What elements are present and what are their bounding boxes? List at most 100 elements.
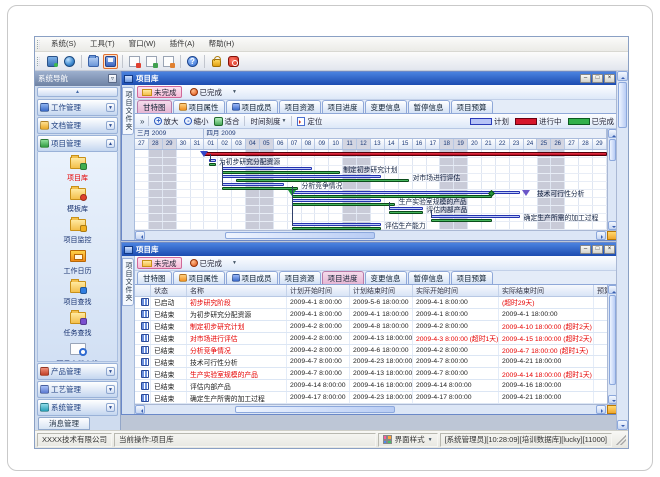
gantt-tab-4[interactable]: 项目进度 bbox=[322, 100, 364, 113]
sidebar-group-4[interactable]: 工艺管理▼ bbox=[37, 381, 118, 398]
menu-item-3[interactable]: 插件(A) bbox=[163, 37, 202, 51]
gantt-filter-finished[interactable]: 已完成 bbox=[185, 86, 228, 98]
chevron-down-icon[interactable]: ▼ bbox=[106, 121, 115, 130]
sidebar-item-5[interactable]: 任务查找 bbox=[38, 311, 117, 338]
scroll-right-arrow[interactable] bbox=[596, 231, 606, 240]
minimize-button[interactable]: – bbox=[580, 245, 591, 254]
chevron-down-icon[interactable]: ▼ bbox=[232, 260, 237, 266]
maximize-button[interactable]: □ bbox=[592, 74, 603, 83]
table-row[interactable]: 已结束为初步研究分配资源2009-4-1 8:00:002009-4-1 18:… bbox=[135, 309, 607, 321]
save-button[interactable] bbox=[103, 54, 118, 69]
chevron-down-icon[interactable]: ▼ bbox=[106, 103, 115, 112]
mdi-vertical-scrollbar[interactable] bbox=[616, 71, 628, 430]
gantt-horizontal-scrollbar[interactable] bbox=[135, 230, 617, 240]
scroll-thumb[interactable] bbox=[235, 406, 395, 413]
sidebar-item-6[interactable]: 项目文档查找 bbox=[38, 342, 117, 362]
table-row[interactable]: 已结束技术可行性分析2009-4-7 8:00:002009-4-23 18:0… bbox=[135, 356, 607, 368]
gantt-filter-unfinished[interactable]: 未完成 bbox=[137, 86, 182, 98]
sidebar-item-2[interactable]: 项目监控 bbox=[38, 218, 117, 245]
scroll-left-arrow[interactable] bbox=[135, 405, 145, 414]
sidebar-scroll-up-button[interactable]: ▲ bbox=[37, 87, 118, 97]
table-row[interactable]: 已启动初步研究阶段2009-4-1 8:00:002009-5-6 18:00:… bbox=[135, 297, 607, 309]
sidebar-group-0[interactable]: 工作管理▼ bbox=[37, 99, 118, 116]
scroll-down-arrow[interactable] bbox=[617, 420, 628, 430]
scroll-thumb[interactable] bbox=[225, 232, 375, 239]
project-folder-tab[interactable]: 项目文件夹 bbox=[122, 258, 134, 306]
scroll-thumb[interactable] bbox=[618, 82, 627, 128]
gantt-tab-1[interactable]: 项目属性 bbox=[173, 100, 225, 113]
gantt-tab-5[interactable]: 变更信息 bbox=[365, 100, 407, 113]
tab-message-management[interactable]: 消息管理 bbox=[38, 417, 90, 430]
minimize-button[interactable]: – bbox=[580, 74, 591, 83]
menu-item-0[interactable]: 系统(S) bbox=[44, 37, 83, 51]
close-button[interactable]: × bbox=[604, 245, 615, 254]
help-button[interactable]: ? bbox=[185, 54, 200, 69]
table-filter-unfinished[interactable]: 未完成 bbox=[137, 257, 182, 269]
sidebar-item-3[interactable]: 工作日历 bbox=[38, 249, 117, 276]
gantt-tab-6[interactable]: 暂停信息 bbox=[408, 100, 450, 113]
zoom-out-button[interactable]: -缩小 bbox=[181, 116, 211, 127]
stop-button[interactable] bbox=[226, 54, 241, 69]
chevron-down-icon[interactable]: ▼ bbox=[106, 403, 115, 412]
maximize-button[interactable]: □ bbox=[592, 245, 603, 254]
menu-item-1[interactable]: 工具(T) bbox=[83, 37, 122, 51]
computer-button[interactable] bbox=[45, 54, 60, 69]
scroll-thumb[interactable] bbox=[609, 295, 616, 385]
toolbar-overflow-chevron[interactable]: » bbox=[138, 117, 146, 126]
locate-button[interactable]: 定位 bbox=[294, 116, 325, 127]
scroll-up-arrow[interactable] bbox=[617, 71, 628, 81]
table-row[interactable]: 已结束对市场进行评估2009-4-2 8:00:002009-4-13 18:0… bbox=[135, 333, 607, 345]
folder-open-button[interactable] bbox=[86, 54, 101, 69]
scroll-left-arrow[interactable] bbox=[135, 231, 145, 240]
sidebar-group-5[interactable]: 系统管理▼ bbox=[37, 399, 118, 416]
table-row[interactable]: 已结束生产实验室规模的产品2009-4-7 8:00:002009-4-13 1… bbox=[135, 368, 607, 380]
doc-refresh-button[interactable] bbox=[144, 54, 159, 69]
fit-button[interactable]: 适合 bbox=[211, 116, 242, 127]
gantt-tab-7[interactable]: 项目预算 bbox=[451, 100, 493, 113]
chevron-down-icon[interactable]: ▼ bbox=[232, 89, 237, 95]
close-button[interactable]: × bbox=[604, 74, 615, 83]
sidebar-item-0[interactable]: 项目库 bbox=[38, 156, 117, 183]
time-scale-dropdown[interactable]: 时间刻度▼ bbox=[247, 116, 289, 127]
table-tab-2[interactable]: 项目成员 bbox=[226, 271, 278, 284]
scroll-right-arrow[interactable] bbox=[596, 405, 606, 414]
table-tab-7[interactable]: 项目预算 bbox=[451, 271, 493, 284]
pushpin-icon[interactable]: ▿ bbox=[108, 74, 117, 83]
sidebar-group-2[interactable]: 项目管理▲ bbox=[37, 135, 118, 152]
table-row[interactable]: 已结束评估内部产品2009-4-14 8:00:002009-4-16 18:0… bbox=[135, 380, 607, 392]
table-tab-3[interactable]: 项目资源 bbox=[279, 271, 321, 284]
chevron-up-icon[interactable]: ▲ bbox=[106, 139, 115, 148]
table-tab-5[interactable]: 变更信息 bbox=[365, 271, 407, 284]
table-row[interactable]: 已结束确定生产所需的加工过程2009-4-17 8:00:002009-4-23… bbox=[135, 392, 607, 404]
sidebar-group-3[interactable]: 产品管理▼ bbox=[37, 363, 118, 380]
sidebar-item-4[interactable]: 项目查找 bbox=[38, 280, 117, 307]
lock-button[interactable] bbox=[209, 54, 224, 69]
scroll-thumb[interactable] bbox=[609, 139, 616, 161]
gantt-tab-0[interactable]: 甘特图 bbox=[137, 100, 172, 113]
doc-delete-button[interactable] bbox=[161, 54, 176, 69]
gantt-body[interactable]: 为初步研究分配资源制定初步研究计划对市场进行评估分析竞争情况技术可行性分析生产实… bbox=[135, 150, 607, 230]
table-tab-1[interactable]: 项目属性 bbox=[173, 271, 225, 284]
table-tab-6[interactable]: 暂停信息 bbox=[408, 271, 450, 284]
sidebar-group-1[interactable]: 文档管理▼ bbox=[37, 117, 118, 134]
table-row[interactable]: 已结束分析竞争情况2009-4-2 8:00:002009-4-6 18:00:… bbox=[135, 345, 607, 357]
gantt-tab-3[interactable]: 项目资源 bbox=[279, 100, 321, 113]
table-row[interactable]: 已结束制定初步研究计划2009-4-2 8:00:002009-4-8 18:0… bbox=[135, 321, 607, 333]
interface-style-dropdown[interactable]: 界面样式 ▼ bbox=[378, 433, 438, 447]
table-tab-0[interactable]: 甘特图 bbox=[137, 271, 172, 284]
resize-grip[interactable] bbox=[616, 435, 626, 445]
project-folder-tab[interactable]: 项目文件夹 bbox=[122, 87, 134, 135]
doc-mail-button[interactable] bbox=[127, 54, 142, 69]
globe-button[interactable] bbox=[62, 54, 77, 69]
menu-item-2[interactable]: 窗口(W) bbox=[122, 37, 163, 51]
chevron-down-icon[interactable]: ▼ bbox=[106, 385, 115, 394]
table-horizontal-scrollbar[interactable] bbox=[135, 404, 617, 414]
table-filter-finished[interactable]: 已完成 bbox=[185, 257, 228, 269]
table-tab-4[interactable]: 项目进度 bbox=[322, 271, 364, 284]
menu-item-4[interactable]: 帮助(H) bbox=[202, 37, 241, 51]
zoom-in-button[interactable]: +放大 bbox=[151, 116, 181, 127]
sidebar-item-1[interactable]: 模板库 bbox=[38, 187, 117, 214]
chevron-down-icon[interactable]: ▼ bbox=[106, 367, 115, 376]
legend-swatch bbox=[568, 118, 590, 125]
gantt-tab-2[interactable]: 项目成员 bbox=[226, 100, 278, 113]
